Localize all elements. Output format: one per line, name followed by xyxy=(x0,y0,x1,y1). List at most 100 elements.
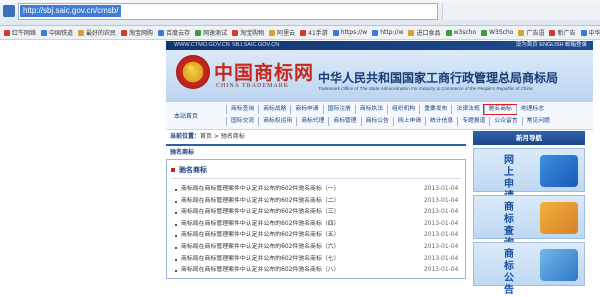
page-viewport: WWW.CTMO.GOV.CN SBJ.SAIC.GOV.CN 设为首页 ENG… xyxy=(0,41,600,279)
news-date: 2013-01-04 xyxy=(424,265,458,277)
top-links[interactable]: 设为首页 ENGLISH 邮箱登录 xyxy=(516,41,587,50)
bookmark-icon xyxy=(41,30,47,36)
nav-item-famous-trademark[interactable]: 驰名商标 xyxy=(484,105,516,114)
bookmark-icon xyxy=(78,30,84,36)
news-title[interactable]: 商标局在商标管理案件中认定并公布的602件驰名商标（七） xyxy=(181,256,340,262)
computer-icon xyxy=(540,155,578,187)
nav-item[interactable]: 国际交流 xyxy=(226,117,258,126)
nav-row-2: 国际交流 商标权运用 商标代理 商标管理 商标公告 网上申请 统计信息 专题报道… xyxy=(226,117,554,126)
news-title[interactable]: 商标局在商标管理案件中认定并公布的602件驰名商标（四） xyxy=(181,221,340,227)
bookmark[interactable]: 淘宝购物 xyxy=(232,28,264,37)
bookmark-icon xyxy=(518,30,524,36)
bookmark[interactable]: 阿里云 xyxy=(269,28,295,37)
list-item[interactable]: 商标局在商标管理案件中认定并公布的602件驰名商标（二）2013-01-04 xyxy=(181,196,461,208)
site-logo[interactable]: 中国商标网 xyxy=(214,58,314,85)
nav-item[interactable]: 重要发布 xyxy=(419,105,451,114)
list-item[interactable]: 商标局在商标管理案件中认定并公布的602件驰名商标（三） 2013-01-04 xyxy=(181,207,461,219)
bookmark[interactable]: W3Scho xyxy=(481,29,513,36)
nav-item[interactable]: 商标管理 xyxy=(328,117,360,126)
nav-item[interactable]: 网上申请 xyxy=(393,117,425,126)
address-bar: http://sbj.saic.gov.cn/cmsb/ xyxy=(0,0,600,26)
bookmark-icon xyxy=(121,30,127,36)
bookmark-icon xyxy=(408,30,414,36)
nav-item[interactable]: 公众留言 xyxy=(489,117,521,126)
nav-item[interactable]: 统计信息 xyxy=(425,117,457,126)
document-icon xyxy=(540,249,578,281)
tile-label: 商标公告 xyxy=(504,249,518,297)
side-nav-title: 新月导航 xyxy=(473,131,585,145)
bookmark[interactable]: 最好的农民 xyxy=(78,28,116,37)
bookmark[interactable]: http://w xyxy=(372,29,403,36)
list-item[interactable]: 商标局在商标管理案件中认定并公布的602件驰名商标（七） 2013-01-04 xyxy=(181,254,461,266)
domain-link-ctmo[interactable]: WWW.CTMO.GOV.CN xyxy=(174,41,230,50)
nav-item[interactable]: 商标战略 xyxy=(258,105,290,114)
nav-item[interactable]: 组织机构 xyxy=(387,105,419,114)
news-list: 商标局在商标管理案件中认定并公布的602件驰名商标（一） 2013-01-04 商… xyxy=(181,184,461,277)
news-title[interactable]: 商标局在商标管理案件中认定并公布的602件驰名商标（三） xyxy=(181,209,340,215)
bookmark[interactable]: w3scho xyxy=(446,29,477,36)
list-item[interactable]: 商标局在商标管理案件中认定并公布的602件驰名商标（六）2013-01-04 xyxy=(181,242,461,254)
bookmark[interactable]: 中国铁道 xyxy=(41,28,73,37)
bookmarks-bar: 红牛网络 中国铁道 最好的农民 淘宝网购 百度云存 网速测试 淘宝购物 阿里云 … xyxy=(0,26,600,40)
list-item[interactable]: 商标局在商标管理案件中认定并公布的602件驰名商标（一） 2013-01-04 xyxy=(181,184,461,196)
nav-row-1: 商标查询 商标战略 商标申请 国际注册 商标执法 组织机构 重要发布 法律法规 … xyxy=(226,105,548,114)
bookmark[interactable]: 广告语 xyxy=(518,28,544,37)
news-title[interactable]: 商标局在商标管理案件中认定并公布的602件驰名商标（五） xyxy=(181,232,340,238)
nav-item[interactable]: 商标申请 xyxy=(290,105,322,114)
magnifier-icon xyxy=(540,202,578,234)
nav-item[interactable]: 商标权运用 xyxy=(258,117,296,126)
breadcrumb-label: 当前位置： xyxy=(170,133,200,140)
star-icon: ★ xyxy=(185,61,196,75)
news-date: 2013-01-04 xyxy=(424,254,458,266)
bookmark[interactable]: 中华人民 xyxy=(581,28,600,37)
nav-item[interactable]: 常见问题 xyxy=(522,117,554,126)
bookmark-icon xyxy=(269,30,275,36)
bookmark[interactable]: 41手游 xyxy=(300,28,328,37)
bookmark[interactable]: 淘宝网购 xyxy=(121,28,153,37)
list-item[interactable]: 商标局在商标管理案件中认定并公布的602件驰名商标（八） 2013-01-04 xyxy=(181,265,461,277)
bookmark[interactable]: https://w xyxy=(333,29,367,36)
bookmark[interactable]: 百度云存 xyxy=(158,28,190,37)
list-item[interactable]: 商标局在商标管理案件中认定并公布的602件驰名商标（五） 2013-01-04 xyxy=(181,230,461,242)
trademark-search-tile[interactable]: 商标查询 xyxy=(473,195,585,239)
bookmark-icon xyxy=(581,30,587,36)
bookmark[interactable]: 进口食品 xyxy=(408,28,440,37)
bookmark-icon xyxy=(372,30,378,36)
online-application-tile[interactable]: 网上申请 xyxy=(473,148,585,192)
news-title[interactable]: 商标局在商标管理案件中认定并公布的602件驰名商标（八） xyxy=(181,267,340,273)
news-date: 2013-01-04 xyxy=(424,184,458,196)
nav-item[interactable]: 商标查询 xyxy=(226,105,258,114)
news-date: 2013-01-04 xyxy=(424,207,458,219)
nav-item[interactable]: 专题报道 xyxy=(457,117,489,126)
bookmark-icon xyxy=(4,30,10,36)
nav-item[interactable]: 商标公告 xyxy=(361,117,393,126)
nav-home[interactable]: 本站首页 xyxy=(174,111,198,120)
main-nav: 本站首页 商标查询 商标战略 商标申请 国际注册 商标执法 组织机构 重要发布 … xyxy=(166,102,593,130)
trademark-announcement-tile[interactable]: 商标公告 xyxy=(473,242,585,286)
nav-item[interactable]: 地理标志 xyxy=(516,105,548,114)
bookmark[interactable]: 新广告 xyxy=(549,28,575,37)
nav-item[interactable]: 法律法规 xyxy=(451,105,483,114)
nav-item[interactable]: 商标执法 xyxy=(355,105,387,114)
bookmark[interactable]: 网速测试 xyxy=(195,28,227,37)
breadcrumb-path[interactable]: 首页 > 驰名商标 xyxy=(200,133,245,140)
list-item[interactable]: 商标局在商标管理案件中认定并公布的602件驰名商标（四）2013-01-04 xyxy=(181,219,461,231)
domain-link-saic[interactable]: SBJ.SAIC.GOV.CN xyxy=(232,41,279,50)
site-container: WWW.CTMO.GOV.CN SBJ.SAIC.GOV.CN 设为首页 ENG… xyxy=(166,41,593,279)
section-tab[interactable]: 驰名商标 xyxy=(166,147,226,158)
org-title-en: Trademark Office of The State Administra… xyxy=(318,86,533,91)
url-text[interactable]: http://sbj.saic.gov.cn/cmsb/ xyxy=(20,5,121,17)
search-box[interactable] xyxy=(442,3,600,20)
bookmark-icon xyxy=(232,30,238,36)
news-date: 2013-01-04 xyxy=(424,230,458,242)
page-icon xyxy=(3,5,15,17)
news-title[interactable]: 商标局在商标管理案件中认定并公布的602件驰名商标（二） xyxy=(181,198,340,204)
divider xyxy=(171,178,461,179)
bookmark-icon xyxy=(300,30,306,36)
news-title[interactable]: 商标局在商标管理案件中认定并公布的602件驰名商标（六） xyxy=(181,244,340,250)
nav-item[interactable]: 商标代理 xyxy=(296,117,328,126)
bookmark-icon xyxy=(158,30,164,36)
nav-item[interactable]: 国际注册 xyxy=(323,105,355,114)
bookmark[interactable]: 红牛网络 xyxy=(4,28,36,37)
news-title[interactable]: 商标局在商标管理案件中认定并公布的602件驰名商标（一） xyxy=(181,186,340,192)
